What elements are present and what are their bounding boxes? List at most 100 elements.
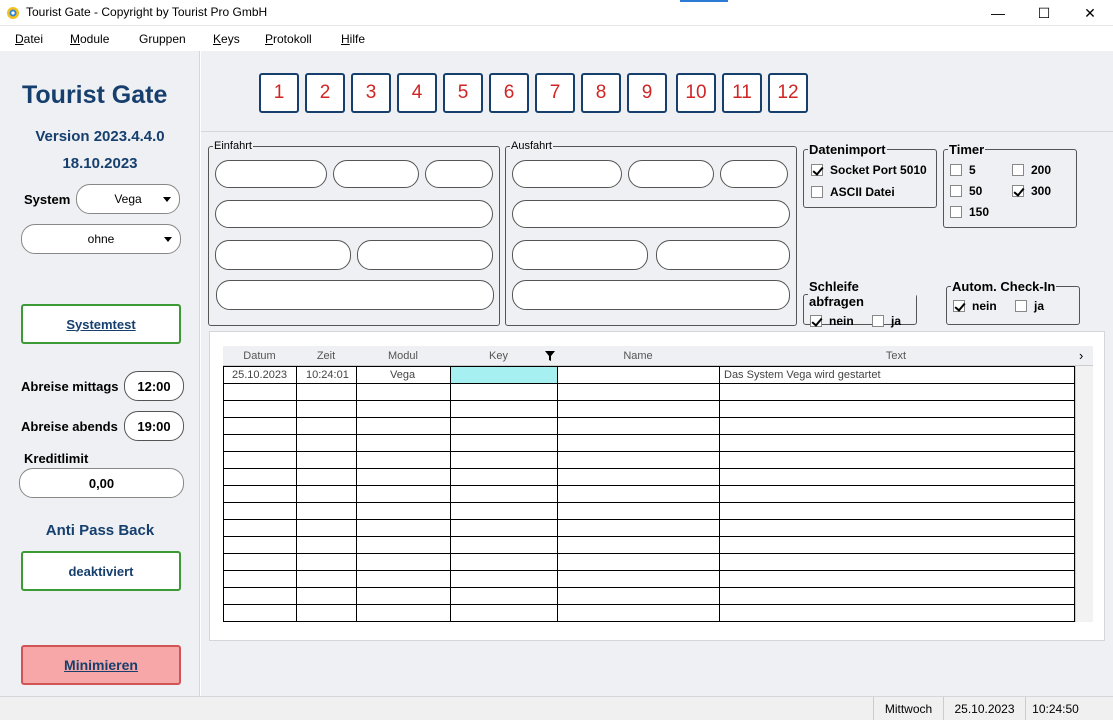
minimize-window-button[interactable]: — [975,0,1021,26]
log-table: Datum Zeit Modul Key Name Text › 25.10.2… [223,346,1093,626]
ausfahrt-field [512,160,622,188]
menu-bar: Datei Module Gruppen Keys Protokoll Hilf… [0,27,1113,51]
cell-text: Das System Vega wird gestartet [724,369,881,381]
ausfahrt-field [512,240,648,270]
menu-module[interactable]: Module [70,32,109,46]
checkin-ja-label: ja [1034,299,1045,313]
gate-button-2[interactable]: 2 [305,73,345,113]
checkbox-box [953,300,965,312]
ascii-datei-checkbox[interactable]: ASCII Datei [811,185,895,199]
schleife-nein-label: nein [829,314,854,328]
maximize-window-button[interactable]: ☐ [1021,0,1067,26]
checkbox-box [1012,164,1024,176]
timer-50-checkbox[interactable]: 50 [950,184,982,198]
filter-icon[interactable] [545,351,555,361]
column-header-key[interactable]: Key [450,350,547,362]
timer-150-checkbox[interactable]: 150 [950,205,989,219]
window-title: Tourist Gate - Copyright by Tourist Pro … [26,5,268,19]
gate-button-11[interactable]: 11 [722,73,762,113]
menu-gruppen[interactable]: Gruppen [139,32,186,46]
anti-pass-back-button[interactable]: deaktiviert [21,551,181,591]
timer-300-checkbox[interactable]: 300 [1012,184,1051,198]
table-row[interactable] [224,605,1074,622]
gate-button-4[interactable]: 4 [397,73,437,113]
schleife-ja-checkbox[interactable]: ja [872,314,901,328]
column-header-zeit[interactable]: Zeit [296,350,356,362]
table-row[interactable] [224,503,1074,520]
gate-button-bar: 1 2 3 4 5 6 7 8 9 10 11 12 [201,51,1113,131]
anti-pass-back-label: Anti Pass Back [45,522,155,539]
table-row[interactable] [224,520,1074,537]
table-row[interactable] [224,469,1074,486]
table-row[interactable] [224,401,1074,418]
column-header-text[interactable]: Text [719,350,1073,362]
gate-button-10[interactable]: 10 [676,73,716,113]
timer-5-label: 5 [969,163,976,177]
socket-port-checkbox[interactable]: Socket Port 5010 [811,163,927,177]
status-day: Mittwoch [873,697,943,720]
vertical-scrollbar[interactable] [1075,366,1093,622]
abreise-mittags-field[interactable]: 12:00 [124,371,184,401]
checkin-nein-checkbox[interactable]: nein [953,299,997,313]
column-header-datum[interactable]: Datum [223,350,296,362]
system-select[interactable]: Vega [76,184,180,214]
menu-protokoll[interactable]: Protokoll [265,32,312,46]
gate-button-5[interactable]: 5 [443,73,483,113]
gate-button-12[interactable]: 12 [768,73,808,113]
gate-button-3[interactable]: 3 [351,73,391,113]
ausfahrt-field [628,160,714,188]
timer-200-checkbox[interactable]: 200 [1012,163,1051,177]
table-row[interactable] [224,384,1074,401]
menu-datei[interactable]: Datei [15,32,43,46]
ausfahrt-field [512,200,790,228]
app-icon [7,7,19,19]
checkin-ja-checkbox[interactable]: ja [1015,299,1044,313]
gate-button-8[interactable]: 8 [581,73,621,113]
gate-button-1[interactable]: 1 [259,73,299,113]
einfahrt-group: Einfahrt [208,140,500,326]
checkbox-box [1012,185,1024,197]
table-row[interactable] [224,418,1074,435]
secondary-select[interactable]: ohne [21,224,181,254]
brand-title: Tourist Gate [22,81,168,109]
column-header-name[interactable]: Name [557,350,719,362]
kreditlimit-field[interactable]: 0,00 [19,468,184,498]
cell-modul: Vega [390,369,416,381]
gate-button-6[interactable]: 6 [489,73,529,113]
einfahrt-field [425,160,493,188]
timer-300-label: 300 [1031,184,1052,198]
ascii-datei-label: ASCII Datei [830,185,895,199]
table-row[interactable] [224,452,1074,469]
gate-button-7[interactable]: 7 [535,73,575,113]
abreise-abends-field[interactable]: 19:00 [124,411,184,441]
close-window-button[interactable]: ✕ [1067,0,1113,26]
table-row[interactable] [224,588,1074,605]
schleife-nein-checkbox[interactable]: nein [810,314,854,328]
chevron-right-icon[interactable]: › [1079,348,1083,363]
table-header: Datum Zeit Modul Key Name Text › [223,346,1093,366]
column-header-modul[interactable]: Modul [356,350,450,362]
table-row[interactable] [224,571,1074,588]
einfahrt-field [215,200,493,228]
table-row[interactable] [224,435,1074,452]
minimize-app-button[interactable]: Minimieren [21,645,181,685]
ausfahrt-field [720,160,788,188]
table-row[interactable] [224,486,1074,503]
table-body: 25.10.2023 10:24:01 Vega Das System Vega… [223,366,1075,622]
menu-keys[interactable]: Keys [213,32,240,46]
table-row[interactable] [224,554,1074,571]
ausfahrt-field [656,240,790,270]
timer-5-checkbox[interactable]: 5 [950,163,976,177]
datenimport-group: Datenimport Socket Port 5010 ASCII Datei [803,142,937,208]
timer-200-label: 200 [1031,163,1052,177]
chevron-down-icon [163,197,171,202]
systemtest-button[interactable]: Systemtest [21,304,181,344]
gate-button-9[interactable]: 9 [627,73,667,113]
kreditlimit-label: Kreditlimit [24,451,89,466]
checkbox-box [950,185,962,197]
table-row[interactable] [224,537,1074,554]
ausfahrt-field [512,280,790,310]
menu-hilfe[interactable]: Hilfe [341,32,365,46]
table-row[interactable]: 25.10.2023 10:24:01 Vega Das System Vega… [224,367,1074,384]
checkbox-box [1015,300,1027,312]
